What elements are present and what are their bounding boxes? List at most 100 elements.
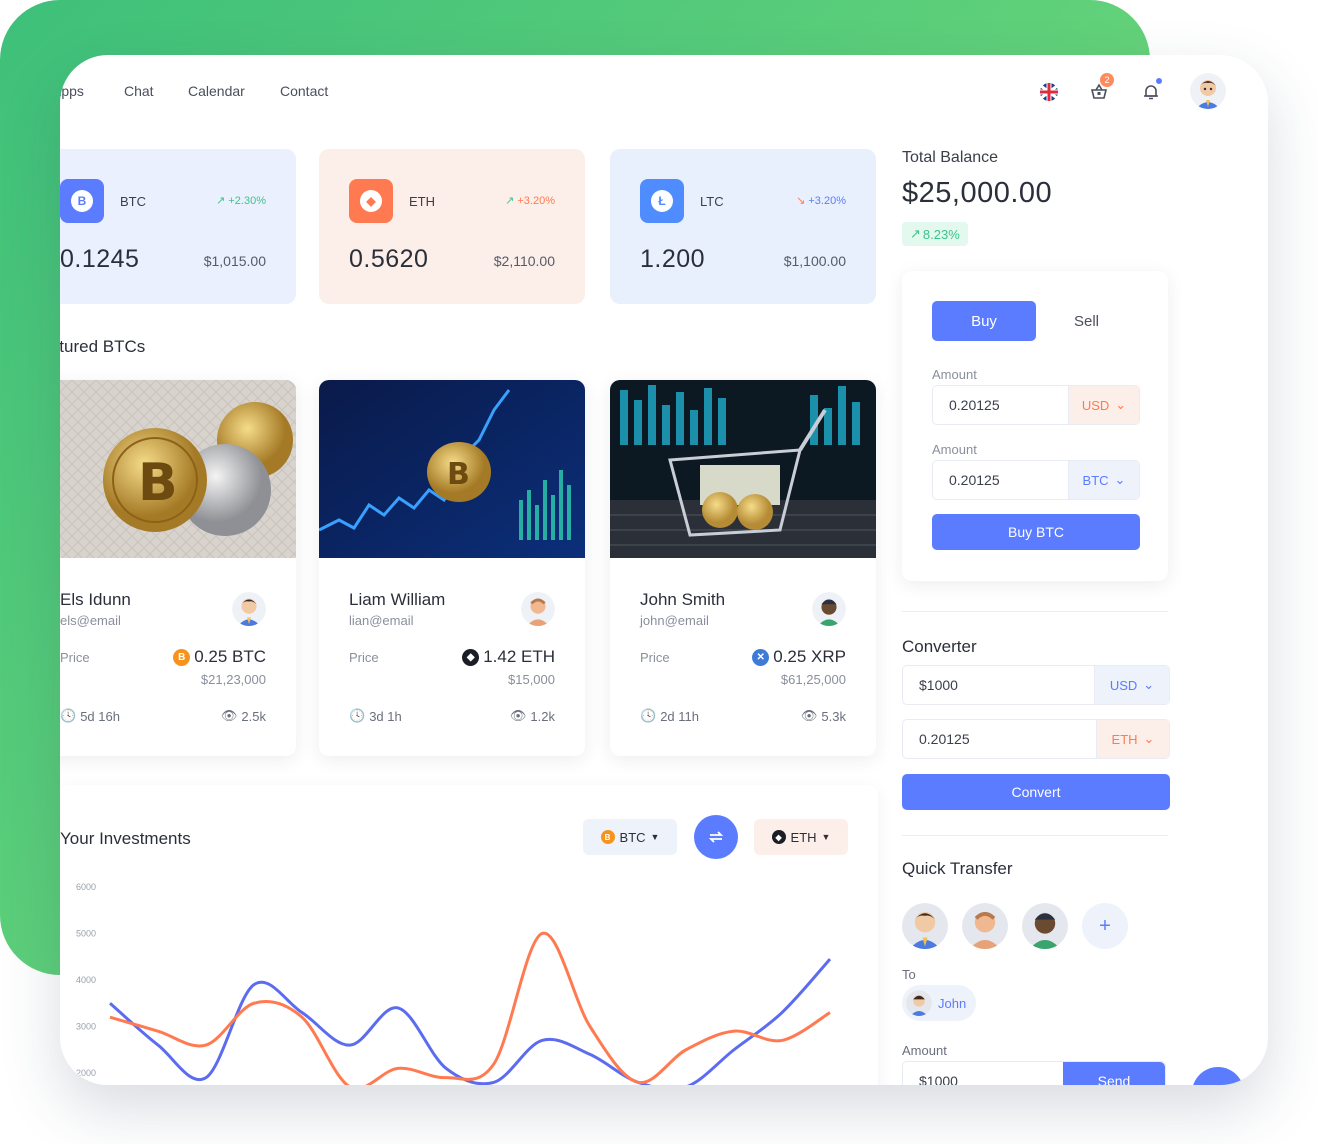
coins-photo: B: [60, 380, 296, 558]
nav-contact[interactable]: Contact: [280, 83, 328, 99]
nav-chat[interactable]: Chat: [124, 83, 154, 99]
coin-usd-value: $1,015.00: [203, 253, 266, 269]
coin-amount: 0.1245: [60, 245, 140, 273]
currency-select[interactable]: USD ⌄: [1094, 666, 1169, 704]
total-balance-value: $25,000.00: [902, 177, 1053, 209]
amount-label: Amount: [902, 1043, 947, 1058]
contact-avatar[interactable]: [962, 903, 1008, 949]
right-sidebar: Total Balance $25,000.00 ↗ 8.23% Buy Sell…: [902, 55, 1202, 1085]
coin-symbol: ETH: [409, 194, 435, 209]
featured-card[interactable]: B Els Idunn els@email Price B 0.25 BTC $2…: [60, 380, 296, 756]
transfer-amount-value[interactable]: $1000: [903, 1073, 1063, 1085]
owner-avatar[interactable]: [232, 592, 266, 626]
transfer-amount-field[interactable]: $1000 Send: [902, 1061, 1166, 1085]
owner-email: els@email: [60, 613, 121, 628]
divider: [902, 835, 1168, 836]
price-usd: $15,000: [508, 672, 555, 687]
chevron-down-icon: ⌄: [1114, 472, 1126, 487]
owner-name: Liam William: [349, 590, 446, 609]
coin-card-ltc[interactable]: Ł LTC ↘ +3.20% 1.200 $1,100.00: [610, 149, 876, 304]
currency-select[interactable]: USD ⌄: [1068, 386, 1139, 424]
app-window: Apps Chat Calendar Contact 2 B BTC ↗ +2.…: [60, 55, 1268, 1085]
eth-icon: ◆: [349, 179, 393, 223]
price-value: ◆ 1.42 ETH: [462, 647, 555, 667]
eye-icon: 👁: [509, 708, 527, 723]
featured-title: Featured BTCs: [60, 337, 146, 356]
contact-avatar[interactable]: [902, 903, 948, 949]
add-contact-button[interactable]: +: [1082, 903, 1128, 949]
buy-tab[interactable]: Buy: [932, 301, 1036, 341]
nav-apps[interactable]: Apps: [60, 83, 84, 99]
investments-title: Your Investments: [60, 829, 191, 848]
clock-icon: 🕓: [60, 708, 77, 723]
view-count: 👁 2.5k: [220, 708, 266, 724]
amount-usd-field[interactable]: 0.20125 USD ⌄: [932, 385, 1140, 425]
time-left: 🕓 2d 11h: [640, 708, 699, 724]
featured-card[interactable]: John Smith john@email Price ✕ 0.25 XRP $6…: [610, 380, 876, 756]
coin-change: ↗ +2.30%: [216, 195, 266, 207]
currency-select[interactable]: ETH ⌄: [1096, 720, 1169, 758]
investments-chart: 6000 5000 4000 3000 2000: [76, 882, 832, 1085]
trend-down-icon: ↘: [796, 195, 809, 207]
owner-email: john@email: [640, 613, 709, 628]
coin-change: ↗ +3.20%: [505, 195, 555, 207]
featured-card[interactable]: B Liam William lian@email Price ◆ 1.42 ET…: [319, 380, 585, 756]
amount-label: Amount: [932, 442, 977, 457]
send-button[interactable]: Send: [1063, 1062, 1165, 1085]
balance-change-badge: ↗ 8.23%: [902, 222, 968, 246]
recipient-chip[interactable]: John: [902, 985, 977, 1021]
amount-btc-field[interactable]: 0.20125 BTC ⌄: [932, 460, 1140, 500]
view-count: 👁 1.2k: [509, 708, 555, 724]
owner-email: lian@email: [349, 613, 414, 628]
amount-value[interactable]: 0.20125: [933, 472, 1068, 488]
caret-down-icon: ▼: [821, 832, 831, 842]
converter-from-field[interactable]: $1000 USD ⌄: [902, 665, 1170, 705]
amount-value[interactable]: 0.20125: [933, 397, 1068, 413]
y-tick-label: 3000: [76, 1022, 96, 1032]
convert-button[interactable]: Convert: [902, 774, 1170, 810]
eth-icon: ◆: [771, 830, 786, 844]
owner-avatar[interactable]: [812, 592, 846, 626]
converter-to-field[interactable]: 0.20125 ETH ⌄: [902, 719, 1170, 759]
converter-value[interactable]: 0.20125: [903, 731, 1096, 747]
converter-value[interactable]: $1000: [903, 677, 1094, 693]
btc-icon: B: [60, 179, 104, 223]
nav-calendar[interactable]: Calendar: [188, 83, 245, 99]
clock-icon: 🕓: [640, 708, 657, 723]
time-left: 🕓 3d 1h: [349, 708, 402, 724]
price-label: Price: [640, 650, 670, 665]
coin-card-btc[interactable]: B BTC ↗ +2.30% 0.1245 $1,015.00: [60, 149, 296, 304]
total-balance-label: Total Balance: [902, 149, 999, 166]
eye-icon: 👁: [800, 708, 818, 723]
coin-card-eth[interactable]: ◆ ETH ↗ +3.20% 0.5620 $2,110.00: [319, 149, 585, 304]
coin-usd-value: $2,110.00: [493, 253, 555, 269]
trend-up-icon: ↗: [216, 195, 229, 207]
btc-icon: B: [173, 648, 191, 666]
price-label: Price: [349, 650, 379, 665]
series-line-0: [109, 958, 832, 1085]
recipient-name: John: [938, 995, 967, 1011]
divider: [902, 611, 1168, 612]
to-coin-select[interactable]: ◆ ETH ▼: [754, 819, 848, 855]
chevron-down-icon: ⌄: [1115, 397, 1127, 412]
y-tick-label: 6000: [76, 882, 96, 892]
amount-label: Amount: [932, 367, 977, 382]
xrp-icon: ✕: [752, 648, 770, 666]
sell-tab[interactable]: Sell: [1074, 313, 1099, 330]
to-coin-label: ETH: [790, 829, 817, 845]
currency-select[interactable]: BTC ⌄: [1068, 461, 1139, 499]
btc-icon: B: [600, 830, 615, 844]
plus-icon: +: [1099, 914, 1111, 937]
chevron-down-icon: ⌄: [1143, 677, 1155, 692]
owner-name: John Smith: [640, 590, 726, 609]
buy-btc-button[interactable]: Buy BTC: [932, 514, 1140, 550]
from-coin-select[interactable]: B BTC ▼: [583, 819, 677, 855]
owner-avatar[interactable]: [521, 592, 555, 626]
shopping-cart-photo: [610, 380, 876, 558]
price-value: ✕ 0.25 XRP: [752, 647, 846, 667]
trend-up-icon: ↗: [910, 226, 921, 241]
clock-icon: 🕓: [349, 708, 366, 723]
price-usd: $21,23,000: [200, 672, 266, 687]
contact-avatar[interactable]: [1022, 903, 1068, 949]
swap-coins-button[interactable]: [694, 815, 738, 859]
